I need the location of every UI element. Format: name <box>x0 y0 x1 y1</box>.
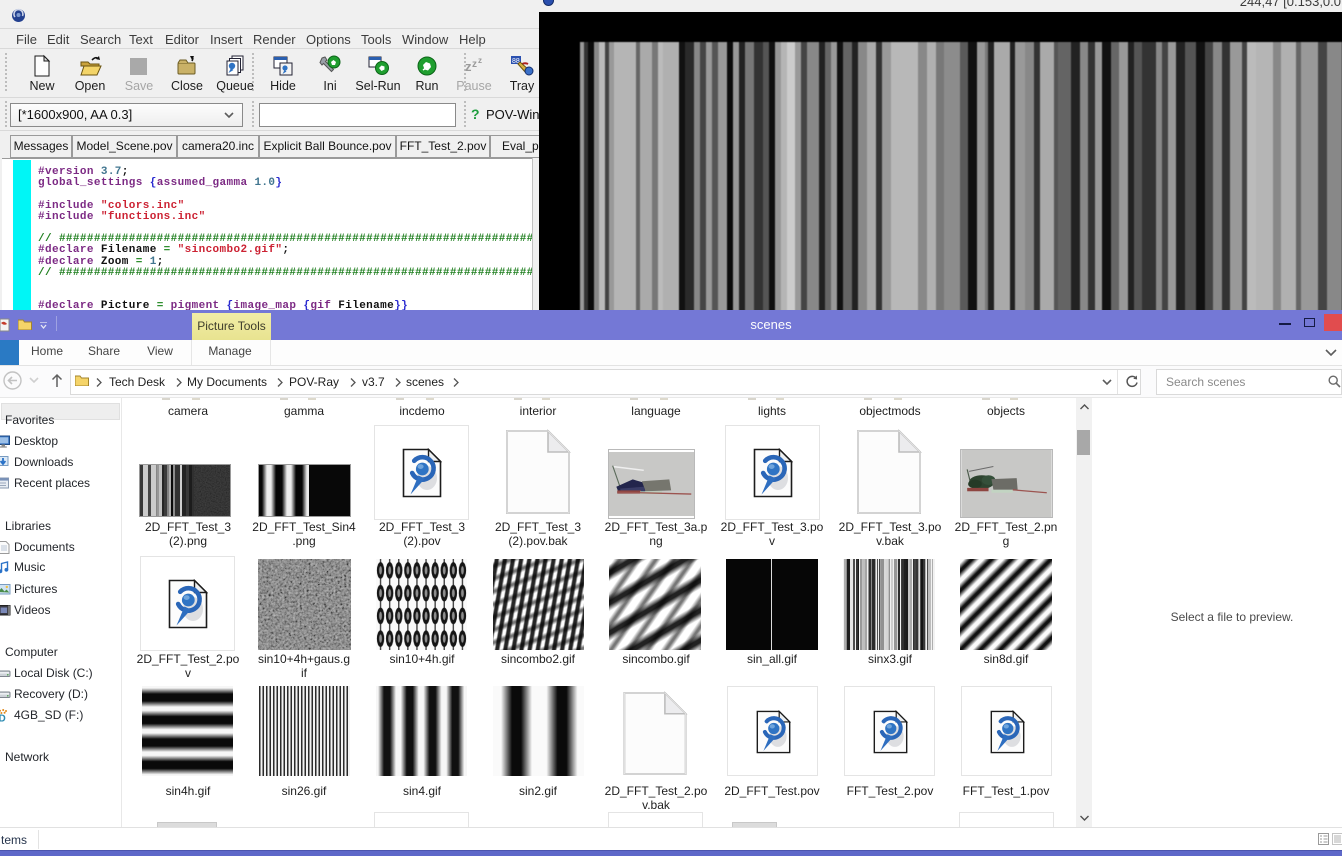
svg-text:z: z <box>465 59 472 74</box>
svg-text:z: z <box>472 59 477 70</box>
svg-text:D: D <box>0 714 6 723</box>
svg-text:z: z <box>478 56 482 65</box>
